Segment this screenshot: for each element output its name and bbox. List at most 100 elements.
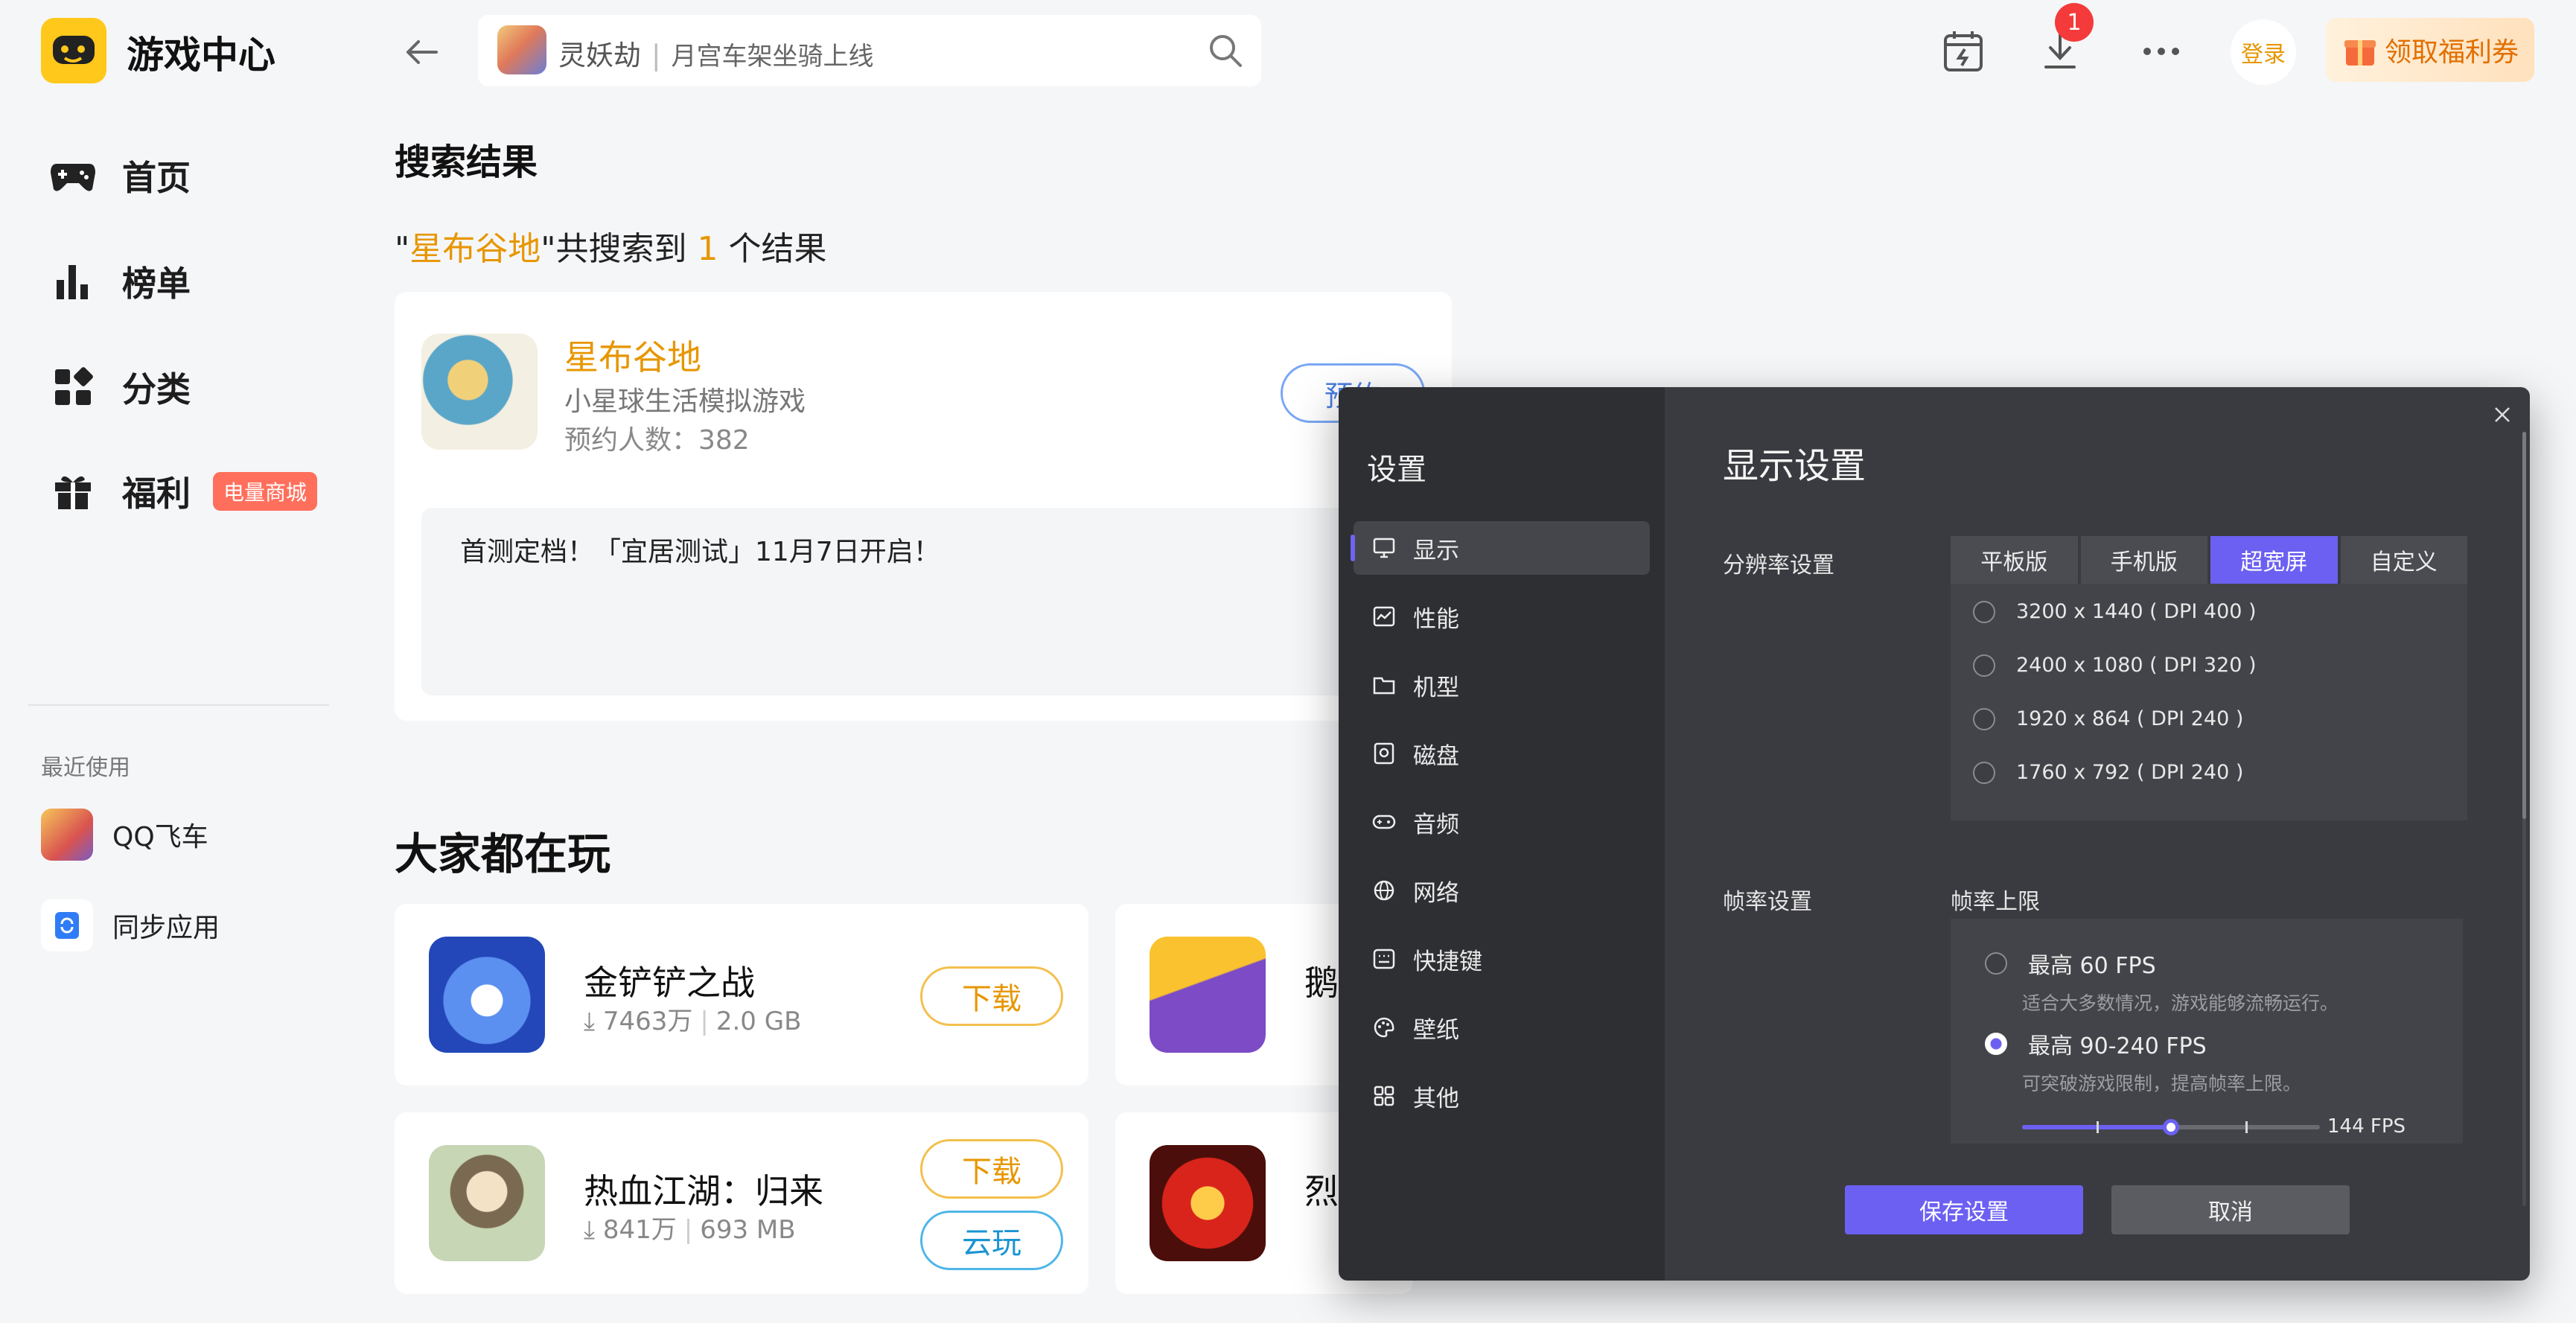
radio-button[interactable]: [1973, 600, 1995, 623]
resolution-options: 3200 x 1440 ( DPI 400 ) 2400 x 1080 ( DP…: [1951, 584, 2467, 820]
settings-menu-display[interactable]: 显示: [1351, 521, 1650, 575]
resolution-tabs: 平板版 手机版 超宽屏 自定义: [1951, 536, 2467, 584]
settings-title: 设置: [1367, 453, 1426, 487]
resolution-option[interactable]: 3200 x 1440 ( DPI 400 ): [1973, 600, 2257, 623]
cancel-button[interactable]: 取消: [2111, 1185, 2350, 1234]
announcement-text: 首测定档！「宜居测试」11月7日开启！: [460, 537, 940, 567]
game-size: 2.0 GB: [715, 1007, 802, 1036]
tab-tablet[interactable]: 平板版: [1951, 536, 2078, 584]
slider-tick: [2097, 1121, 2099, 1133]
game-title[interactable]: 烈: [1304, 1164, 1339, 1214]
recent-item-label: QQ飞车: [112, 822, 208, 852]
game-title[interactable]: 星布谷地: [564, 331, 701, 380]
power-mall-tag[interactable]: 电量商城: [213, 472, 318, 511]
fps-option-90-240[interactable]: 最高 90-240 FPS: [1985, 1027, 2207, 1060]
save-settings-button[interactable]: 保存设置: [1845, 1185, 2083, 1234]
download-small-icon: ⤓: [584, 1215, 596, 1245]
summary-middle: "共搜索到: [541, 230, 698, 268]
resolution-option[interactable]: 2400 x 1080 ( DPI 320 ): [1973, 654, 2257, 677]
game-icon: [429, 1145, 545, 1261]
sidebar-item-welfare[interactable]: 福利 电量商城: [49, 462, 318, 521]
calendar-icon[interactable]: [1937, 25, 1989, 77]
settings-menu-other[interactable]: 其他: [1354, 1069, 1650, 1123]
fps-cap-label: 帧率上限: [1951, 889, 2040, 915]
resolution-value: 2400 x 1080 ( DPI 320 ): [2016, 654, 2257, 677]
game-icon: [421, 334, 538, 450]
radio-button[interactable]: [1973, 761, 1995, 784]
settings-content: 显示设置 分辨率设置 平板版 手机版 超宽屏 自定义 3200 x 1440 (…: [1665, 387, 2530, 1281]
game-title[interactable]: 热血江湖：归来: [584, 1164, 823, 1214]
cloud-play-button[interactable]: 云玩: [920, 1211, 1063, 1270]
resolution-value: 1920 x 864 ( DPI 240 ): [2016, 707, 2244, 730]
radio-button-selected[interactable]: [1985, 1033, 2007, 1055]
search-game-thumbnail: [497, 25, 546, 74]
fps-option-60[interactable]: 最高 60 FPS: [1985, 947, 2156, 980]
game-card-jcc[interactable]: 金铲铲之战 ⤓ 7463万 | 2.0 GB 下载: [395, 904, 1088, 1086]
search-bar[interactable]: 灵妖劫 | 月宫车架坐骑上线: [478, 15, 1261, 86]
radio-button[interactable]: [1985, 952, 2007, 975]
sidebar-item-label: 榜单: [122, 264, 191, 304]
slider-tick: [2245, 1121, 2248, 1133]
game-title[interactable]: 金铲铲之战: [584, 956, 755, 1005]
meta-separator: |: [683, 1215, 693, 1245]
resolution-option[interactable]: 1760 x 792 ( DPI 240 ): [1973, 761, 2243, 784]
settings-menu-label: 音频: [1413, 811, 1459, 838]
tab-phone[interactable]: 手机版: [2080, 536, 2207, 584]
settings-menu-shortcuts[interactable]: 快捷键: [1354, 932, 1650, 986]
app-title: 游戏中心: [127, 34, 275, 77]
disk-icon: [1371, 741, 1397, 766]
game-card-rxjh[interactable]: 热血江湖：归来 ⤓ 841万 | 693 MB 下载 云玩: [395, 1112, 1088, 1294]
settings-menu-device-model[interactable]: 机型: [1354, 658, 1650, 712]
app-logo[interactable]: [41, 18, 106, 83]
game-icon: [1150, 1145, 1266, 1261]
settings-menu-network[interactable]: 网络: [1354, 864, 1650, 917]
recent-title: 最近使用: [41, 755, 130, 781]
resolution-option[interactable]: 1920 x 864 ( DPI 240 ): [1973, 707, 2243, 730]
fps-option-title: 最高 90-240 FPS: [2028, 1033, 2207, 1059]
settings-scrollbar[interactable]: [2522, 432, 2526, 1206]
sidebar-item-home[interactable]: 首页: [49, 146, 191, 205]
sidebar-item-rankings[interactable]: 榜单: [49, 252, 191, 311]
tab-ultrawide[interactable]: 超宽屏: [2210, 536, 2338, 584]
search-result-card[interactable]: 星布谷地 小星球生活模拟游戏 预约人数：382 预约 首测定档！「宜居测试」11…: [395, 292, 1452, 721]
fps-slider-handle[interactable]: [2163, 1119, 2179, 1135]
download-button[interactable]: 下载: [920, 966, 1063, 1026]
radio-button[interactable]: [1973, 654, 1995, 677]
gamepad-icon: [49, 152, 97, 200]
performance-icon: [1371, 604, 1397, 629]
more-icon[interactable]: [2135, 25, 2187, 77]
download-button[interactable]: 下载: [920, 1139, 1063, 1199]
search-icon[interactable]: [1206, 31, 1245, 70]
gift-icon: [2344, 40, 2376, 66]
tab-custom[interactable]: 自定义: [2340, 536, 2467, 584]
settings-menu-label: 显示: [1413, 537, 1459, 564]
login-button[interactable]: 登录: [2231, 19, 2296, 85]
fps-option-desc: 适合大多数情况，游戏能够流畅运行。: [2022, 992, 2339, 1014]
recent-item-sync-app[interactable]: 同步应用: [41, 899, 220, 951]
coupon-button[interactable]: 领取福利券: [2326, 18, 2534, 82]
framerate-label: 帧率设置: [1723, 889, 1812, 915]
download-small-icon: ⤓: [584, 1007, 596, 1036]
resolution-value: 3200 x 1440 ( DPI 400 ): [2016, 600, 2257, 623]
settings-menu-disk[interactable]: 磁盘: [1354, 727, 1650, 780]
coupon-label: 领取福利券: [2384, 37, 2519, 68]
settings-menu-performance[interactable]: 性能: [1354, 590, 1650, 643]
fps-option-title: 最高 60 FPS: [2028, 953, 2156, 979]
radio-button[interactable]: [1973, 707, 1995, 730]
arrow-left-icon: [407, 40, 438, 64]
settings-menu-label: 其他: [1413, 1085, 1459, 1112]
close-icon[interactable]: [2484, 396, 2521, 433]
back-button[interactable]: [399, 30, 444, 74]
resolution-value: 1760 x 792 ( DPI 240 ): [2016, 761, 2244, 784]
search-separator: |: [651, 39, 661, 71]
settings-menu-audio[interactable]: 音频: [1354, 795, 1650, 849]
recent-item-qq-speed[interactable]: QQ飞车: [41, 809, 208, 861]
game-size: 693 MB: [700, 1215, 796, 1245]
game-meta: ⤓ 841万 | 693 MB: [584, 1209, 796, 1246]
fps-slider[interactable]: [2022, 1119, 2320, 1135]
sync-app-icon: [41, 899, 93, 951]
settings-menu-wallpaper[interactable]: 壁纸: [1354, 1001, 1650, 1054]
game-title[interactable]: 鹅: [1304, 956, 1339, 1005]
scrollbar-thumb[interactable]: [2522, 432, 2526, 819]
sidebar-item-category[interactable]: 分类: [49, 357, 191, 417]
